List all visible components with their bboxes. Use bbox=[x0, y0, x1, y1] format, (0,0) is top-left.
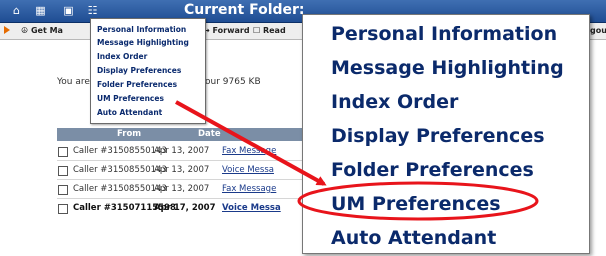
annotation-arrow bbox=[175, 100, 327, 186]
highlight-ellipse bbox=[297, 181, 539, 221]
annotation-overlay bbox=[175, 100, 539, 221]
